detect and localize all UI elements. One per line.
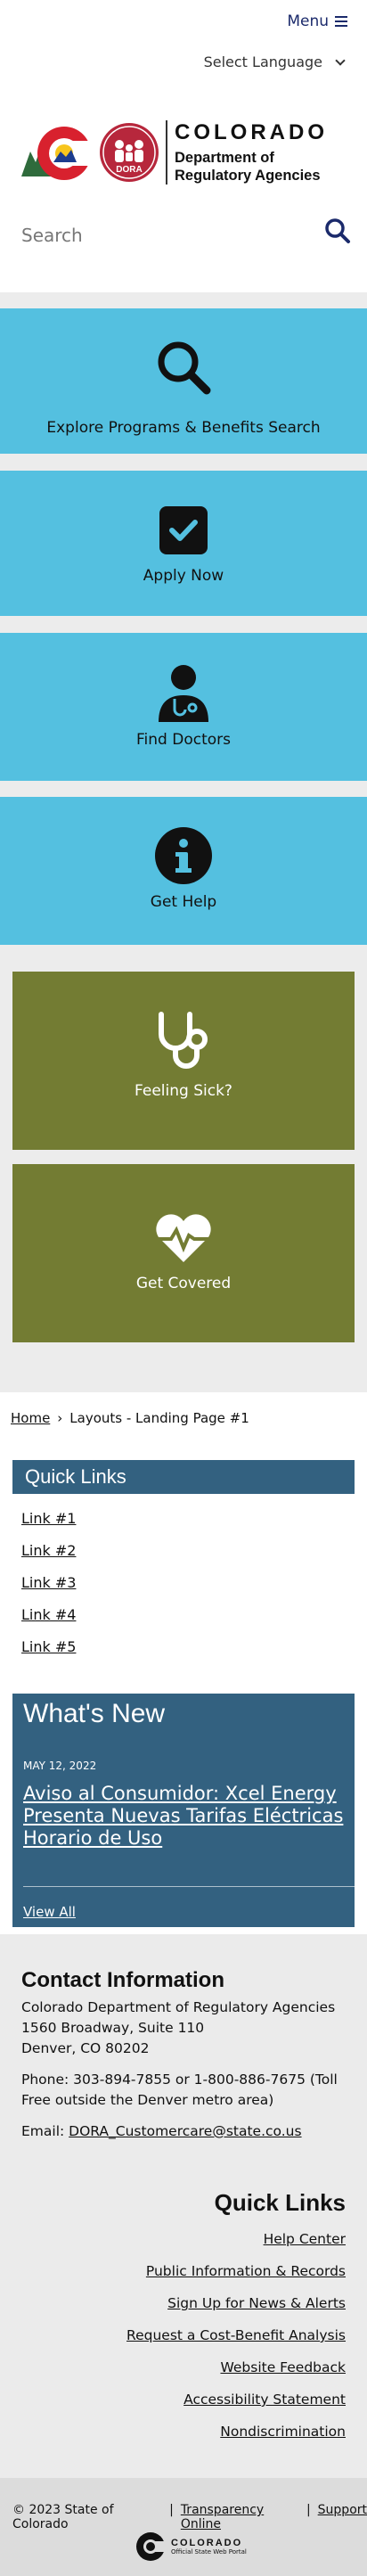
tile-explore-programs[interactable]: Explore Programs & Benefits Search [0, 308, 367, 454]
tile-label: Get Help [150, 893, 217, 911]
stethoscope-icon [152, 1011, 215, 1073]
colorado-c-logo-icon [21, 116, 96, 189]
separator: | [169, 2503, 174, 2517]
checkbox-icon [158, 505, 209, 560]
doctor-icon [157, 663, 210, 726]
dora-logo-icon: DORA [100, 123, 159, 182]
top-bar: Menu [0, 0, 367, 45]
news-headline-link[interactable]: Aviso al Consumidor: Xcel Energy Present… [23, 1783, 349, 1850]
tile-label: Get Covered [135, 1275, 232, 1292]
language-label: Select Language [203, 53, 322, 70]
contact-org: Colorado Department of Regulatory Agenci… [21, 1999, 336, 2015]
breadcrumb: Home › Layouts - Landing Page #1 [11, 1410, 249, 1426]
tile-label: Feeling Sick? [135, 1082, 232, 1100]
quick-links-list: Link #1 Link #2 Link #3 Link #4 Link #5 [21, 1510, 76, 1670]
whats-new-panel: What's New MAY 12, 2022 Aviso al Consumi… [12, 1694, 355, 1927]
news-date: MAY 12, 2022 [23, 1760, 97, 1772]
divider [23, 1886, 355, 1887]
quick-link[interactable]: Link #2 [21, 1542, 76, 1559]
footer-link-nondiscrimination[interactable]: Nondiscrimination [126, 2420, 346, 2452]
footer-quick-links-title: Quick Links [214, 2189, 346, 2216]
chevron-down-icon [335, 54, 346, 66]
quick-links-title: Quick Links [12, 1460, 355, 1494]
search-bar: Search [0, 217, 367, 257]
copyright: © 2023 State of Colorado [12, 2503, 114, 2531]
logo-dept-line1: Department of [175, 150, 274, 166]
contact-email-row: Email: DORA_Customercare@state.co.us [21, 2121, 351, 2142]
contact-information: Contact Information Colorado Department … [21, 1970, 351, 2153]
contact-email-link[interactable]: DORA_Customercare@state.co.us [69, 2123, 301, 2139]
contact-address: Colorado Department of Regulatory Agenci… [21, 1998, 351, 2059]
support-link[interactable]: Support [318, 2503, 367, 2531]
tile-feeling-sick[interactable]: Feeling Sick? [12, 972, 355, 1150]
tile-find-doctors[interactable]: Find Doctors [0, 633, 367, 781]
footer: Contact Information Colorado Department … [0, 1934, 367, 2478]
logo-dept-line2: Regulatory Agencies [175, 168, 321, 184]
logo-divider [166, 120, 167, 185]
quick-link[interactable]: Link #4 [21, 1606, 76, 1623]
tile-label: Find Doctors [136, 731, 231, 749]
quick-link[interactable]: Link #5 [21, 1638, 76, 1655]
tile-get-help[interactable]: Get Help [0, 797, 367, 945]
brand-line2: Official State Web Portal [171, 2548, 247, 2555]
footer-quick-links: Quick Links Help Center Public Informati… [126, 2189, 346, 2452]
view-all-link[interactable]: View All [23, 1904, 76, 1920]
tile-get-covered[interactable]: Get Covered [12, 1164, 355, 1342]
info-icon [155, 827, 212, 888]
footer-link-sign-up[interactable]: Sign Up for News & Alerts [126, 2292, 346, 2324]
bottom-links: © 2023 State of Colorado | Transparency … [12, 2503, 367, 2531]
menu-button[interactable]: Menu [287, 12, 347, 30]
brand-line1: COLORADO [171, 2538, 243, 2548]
contact-email-label: Email: [21, 2123, 69, 2139]
colorado-c-logo-icon [135, 2531, 166, 2562]
search-icon[interactable] [324, 217, 353, 246]
bottom-bar: © 2023 State of Colorado | Transparency … [0, 2478, 367, 2576]
contact-title: Contact Information [21, 1968, 224, 1992]
hamburger-icon [335, 16, 347, 27]
footer-link-cost-benefit[interactable]: Request a Cost-Benefit Analysis [126, 2324, 346, 2356]
heart-pulse-icon [153, 1212, 214, 1267]
footer-link-website-feedback[interactable]: Website Feedback [126, 2356, 346, 2388]
tiles-section: Explore Programs & Benefits Search Apply… [0, 292, 367, 1392]
language-select[interactable]: Select Language [203, 53, 346, 70]
tile-apply-now[interactable]: Apply Now [0, 471, 367, 616]
logo-text: COLORADO Department of Regulatory Agenci… [175, 120, 328, 185]
breadcrumb-home-link[interactable]: Home [11, 1410, 50, 1426]
tile-label: Apply Now [143, 567, 224, 585]
transparency-online-link[interactable]: Transparency Online [181, 2503, 299, 2531]
search-input[interactable]: Search [21, 225, 83, 246]
search-icon [155, 339, 212, 399]
contact-address-line2: Denver, CO 80202 [21, 2040, 150, 2056]
dora-logo-text: DORA [116, 165, 143, 175]
contact-phone: Phone: 303-894-7855 or 1-800-886-7675 (T… [21, 2071, 338, 2108]
menu-label: Menu [287, 12, 329, 30]
separator: | [306, 2503, 311, 2517]
footer-link-accessibility[interactable]: Accessibility Statement [126, 2388, 346, 2420]
colorado-portal-logo[interactable]: COLORADO Official State Web Portal [135, 2531, 247, 2562]
site-logo[interactable]: DORA COLORADO Department of Regulatory A… [21, 116, 328, 189]
footer-link-public-information[interactable]: Public Information & Records [126, 2260, 346, 2292]
footer-link-help-center[interactable]: Help Center [126, 2227, 346, 2260]
quick-link[interactable]: Link #3 [21, 1574, 76, 1591]
brand-text: COLORADO Official State Web Portal [171, 2538, 247, 2555]
tile-label: Explore Programs & Benefits Search [46, 419, 321, 437]
logo-wordmark: COLORADO [175, 120, 328, 144]
whats-new-title: What's New [23, 1699, 166, 1728]
contact-address-line1: 1560 Broadway, Suite 110 [21, 2020, 205, 2036]
quick-link[interactable]: Link #1 [21, 1510, 76, 1527]
breadcrumb-current: Layouts - Landing Page #1 [69, 1410, 249, 1426]
breadcrumb-separator: › [57, 1410, 63, 1426]
